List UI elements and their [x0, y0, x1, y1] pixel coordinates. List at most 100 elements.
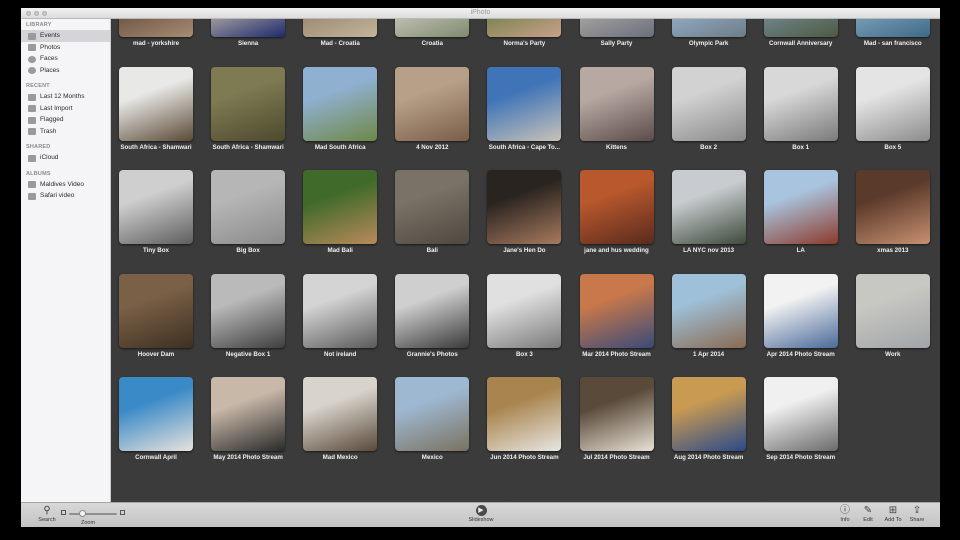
- info-button[interactable]: ⓘ Info: [836, 505, 854, 523]
- event-thumbnail[interactable]: [211, 170, 286, 244]
- event-title: Mad - Croatia: [320, 40, 360, 47]
- event-title: South Africa - Shamwari: [212, 143, 284, 151]
- event-thumbnail[interactable]: [579, 273, 654, 348]
- event-thumbnail[interactable]: [763, 66, 838, 141]
- event-thumbnail[interactable]: [487, 170, 562, 244]
- event-title: Croatia: [421, 40, 443, 47]
- event-thumbnail[interactable]: [303, 19, 378, 37]
- event-thumbnail[interactable]: [395, 377, 470, 451]
- sidebar: LIBRARY Events Photos Faces Places RECENT Last…: [21, 19, 111, 511]
- event-thumbnail[interactable]: [671, 273, 746, 348]
- add-to-button[interactable]: ⊞ Add To: [881, 505, 905, 523]
- sidebar-item[interactable]: Flagged: [21, 114, 110, 126]
- zoom-control[interactable]: Zoom: [61, 505, 131, 527]
- sidebar-section-header: RECENT: [26, 83, 50, 89]
- event-thumbnail[interactable]: [119, 19, 193, 37]
- zoom-slider-knob[interactable]: [79, 510, 87, 517]
- sidebar-item-label: Last 12 Months: [40, 93, 85, 100]
- slideshow-button[interactable]: ▶ Slideshow: [461, 505, 501, 523]
- zoom-label: Zoom: [81, 520, 96, 526]
- import-icon: [28, 105, 36, 112]
- event-thumbnail[interactable]: [211, 66, 286, 141]
- sidebar-item[interactable]: Photos: [21, 42, 110, 54]
- event-thumbnail[interactable]: [119, 170, 193, 244]
- sidebar-item-label: Photos: [40, 43, 61, 51]
- event-thumbnail[interactable]: [395, 273, 470, 348]
- bottom-toolbar: ⚲ Search Zoom ▶ Slideshow ⓘ Info ✎ Edit …: [21, 502, 940, 527]
- event-thumbnail[interactable]: [303, 66, 378, 141]
- slideshow-label: Slideshow: [468, 517, 494, 523]
- sidebar-item[interactable]: Places: [21, 65, 110, 77]
- sidebar-item-label: Faces: [40, 55, 58, 62]
- event-title: Mar 2014 Photo Stream: [582, 350, 651, 358]
- sidebar-item-label: Flagged: [40, 116, 64, 123]
- flag-icon: [28, 116, 36, 124]
- event-thumbnail[interactable]: [671, 377, 746, 451]
- sidebar-item-label: Safari video: [40, 192, 75, 199]
- event-thumbnail[interactable]: [119, 66, 193, 141]
- info-icon: ⓘ: [840, 505, 850, 516]
- sidebar-section-header: SHARED: [26, 144, 51, 150]
- event-thumbnail[interactable]: [487, 273, 562, 348]
- event-thumbnail[interactable]: [763, 377, 838, 451]
- zoom-slider[interactable]: [69, 510, 117, 517]
- sidebar-item[interactable]: Trash: [21, 126, 110, 138]
- sidebar-item[interactable]: Events: [21, 30, 110, 42]
- event-thumbnail[interactable]: [763, 273, 838, 348]
- sidebar-item[interactable]: Last Import: [21, 103, 110, 115]
- event-thumbnail[interactable]: [303, 377, 378, 451]
- event-thumbnail[interactable]: [671, 66, 746, 141]
- sidebar-item[interactable]: Safari video: [21, 190, 110, 202]
- event-thumbnail[interactable]: [487, 66, 562, 141]
- share-button[interactable]: ⇪ Share: [907, 505, 927, 523]
- event-title: Aug 2014 Photo Stream: [673, 454, 744, 461]
- event-thumbnail[interactable]: [855, 19, 930, 37]
- event-title: Sally Party: [600, 40, 633, 47]
- event-thumbnail[interactable]: [211, 377, 286, 451]
- event-title: Hoover Dam: [137, 350, 175, 358]
- event-title: May 2014 Photo Stream: [213, 454, 283, 461]
- sidebar-item[interactable]: Faces: [21, 53, 110, 65]
- event-thumbnail[interactable]: [119, 377, 193, 451]
- info-label: Info: [840, 517, 850, 523]
- event-thumbnail[interactable]: [671, 170, 746, 244]
- event-thumbnail[interactable]: [395, 170, 470, 244]
- share-icon: ⇪: [912, 505, 922, 516]
- event-thumbnail[interactable]: [579, 19, 654, 37]
- event-thumbnail[interactable]: [579, 170, 654, 244]
- event-title: Grannie's Photos: [406, 350, 458, 358]
- sidebar-item-label: Events: [40, 32, 60, 39]
- event-thumbnail[interactable]: [487, 19, 562, 37]
- sidebar-item[interactable]: Maldives Video: [21, 179, 110, 191]
- event-thumbnail[interactable]: [579, 377, 654, 451]
- sidebar-item[interactable]: iCloud: [21, 152, 110, 164]
- event-title: Box 2: [700, 143, 718, 151]
- event-thumbnail[interactable]: [211, 19, 286, 37]
- event-title: South Africa - Cape To...: [488, 143, 560, 151]
- event-thumbnail[interactable]: [303, 273, 378, 348]
- edit-label: Edit: [863, 517, 873, 523]
- event-thumbnail[interactable]: [395, 66, 470, 141]
- event-thumbnail[interactable]: [671, 19, 746, 37]
- event-thumbnail[interactable]: [211, 273, 286, 348]
- event-thumbnail[interactable]: [487, 377, 562, 451]
- event-thumbnail[interactable]: [763, 170, 838, 244]
- event-thumbnail[interactable]: [119, 273, 193, 348]
- search-label: Search: [38, 517, 56, 523]
- event-thumbnail[interactable]: [303, 170, 378, 244]
- zoom-in-icon[interactable]: [120, 510, 125, 515]
- edit-button[interactable]: ✎ Edit: [859, 505, 877, 523]
- event-title: Jane's Hen Do: [503, 247, 546, 254]
- event-thumbnail[interactable]: [579, 66, 654, 141]
- sidebar-item[interactable]: Last 12 Months: [21, 91, 110, 103]
- search-button[interactable]: ⚲ Search: [36, 505, 58, 523]
- event-thumbnail[interactable]: [395, 19, 470, 37]
- event-thumbnail[interactable]: [855, 170, 930, 244]
- sidebar-item-label: Places: [40, 66, 60, 74]
- event-thumbnail[interactable]: [855, 66, 930, 141]
- event-thumbnail[interactable]: [855, 273, 930, 348]
- zoom-out-icon[interactable]: [61, 510, 66, 515]
- sidebar-item-label: Trash: [40, 127, 57, 135]
- event-thumbnail[interactable]: [763, 19, 838, 37]
- sidebar-item-label: Maldives Video: [40, 180, 84, 188]
